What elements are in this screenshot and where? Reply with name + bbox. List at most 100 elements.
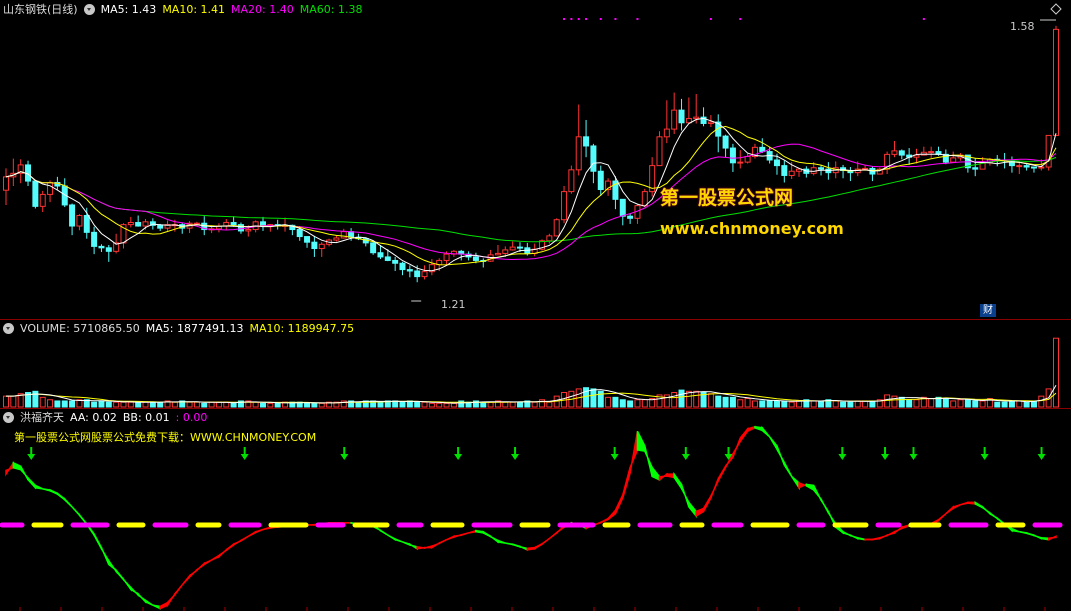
finance-badge[interactable]: 财 — [980, 304, 996, 317]
volume-bar — [605, 396, 612, 408]
volume-bar — [898, 396, 905, 408]
candle-body — [729, 147, 736, 164]
volume-bar — [304, 402, 311, 408]
volume-bar — [707, 393, 714, 408]
candle-body — [509, 246, 516, 251]
indicator-band — [820, 498, 830, 514]
candle-body — [773, 159, 780, 167]
indicator-band — [644, 445, 653, 477]
indicator-band — [63, 497, 73, 508]
indicator-band — [174, 584, 183, 597]
buy-arrow-head — [681, 454, 690, 460]
indicator-band — [1025, 531, 1035, 537]
indicator-band — [746, 425, 756, 433]
stock-chart[interactable] — [0, 0, 1071, 611]
indicator-band — [12, 461, 22, 471]
indicator-band — [989, 511, 999, 521]
candle-body — [818, 167, 825, 170]
volume-bar — [120, 401, 127, 408]
indicator-band — [548, 530, 558, 540]
candle-body — [311, 241, 318, 250]
volume-bar — [964, 399, 971, 408]
indicator-band — [489, 534, 499, 544]
candle-body — [370, 242, 377, 254]
volume-bar — [421, 401, 428, 408]
volume-bar — [627, 400, 634, 408]
indicator-band — [505, 542, 514, 546]
volume-bar — [47, 399, 54, 408]
indicator-band — [34, 484, 44, 490]
candle-body — [333, 237, 340, 241]
indicator-band — [42, 488, 51, 492]
signal-dot — [563, 18, 566, 20]
indicator-band — [768, 436, 778, 453]
volume-bar — [230, 402, 237, 408]
indicator-band — [960, 501, 969, 506]
candle-body — [296, 229, 303, 238]
candle-body — [304, 236, 311, 243]
candle-body — [553, 219, 560, 237]
buy-arrow-head — [980, 454, 989, 460]
volume-bar — [546, 401, 553, 408]
indicator-band — [849, 533, 859, 540]
volume-bar — [54, 400, 61, 408]
indicator-band — [533, 542, 543, 551]
volume-bar — [840, 401, 847, 408]
volume-bar — [906, 399, 913, 408]
volume-bar — [377, 401, 384, 408]
volume-bar — [942, 398, 949, 408]
indicator-band — [115, 568, 125, 582]
volume-bar — [509, 401, 516, 408]
indicator-band — [93, 533, 103, 550]
candle-body — [575, 136, 582, 171]
volume-bar — [399, 401, 406, 408]
indicator-band — [981, 505, 991, 516]
volume-bar — [193, 401, 200, 408]
volume-bar — [414, 401, 421, 408]
volume-bar — [891, 395, 898, 408]
candle-body — [744, 155, 751, 163]
volume-bar — [267, 402, 274, 408]
candle-body — [561, 191, 568, 221]
signal-dot — [614, 18, 617, 20]
volume-bar — [149, 401, 156, 408]
volume-bar — [355, 401, 362, 408]
indicator-band — [232, 539, 242, 547]
candle-body — [3, 176, 9, 191]
volume-bar — [428, 402, 435, 408]
candle-body — [472, 256, 479, 261]
indicator-band — [739, 426, 749, 444]
indicator-band — [791, 475, 800, 491]
volume-bar — [171, 401, 178, 408]
buy-arrow-head — [454, 454, 463, 460]
indicator-band — [812, 485, 822, 501]
volume-bar — [994, 401, 1001, 408]
indicator-band — [247, 530, 257, 537]
indicator-band — [688, 500, 697, 519]
volume-bar — [1008, 400, 1015, 408]
indicator-band — [5, 460, 15, 477]
volume-bar — [796, 400, 803, 408]
candle-body — [656, 136, 663, 167]
indicator-band — [196, 561, 206, 572]
indicator-band — [122, 576, 132, 592]
candle-body — [193, 222, 200, 225]
volume-bar — [810, 400, 817, 408]
candle-body — [928, 151, 935, 154]
candle-body — [737, 161, 744, 164]
ma5-line — [5, 117, 1057, 272]
price-high-label: 1.58 — [1010, 20, 1035, 33]
volume-bar — [781, 400, 788, 408]
candle-body — [619, 198, 626, 217]
indicator-band — [438, 539, 447, 545]
candle-body — [32, 180, 39, 207]
indicator-band — [629, 431, 639, 474]
volume-bar — [318, 402, 325, 408]
candle-body — [340, 231, 347, 239]
buy-arrow-head — [511, 454, 520, 460]
indicator-band — [622, 467, 631, 499]
volume-bar — [612, 396, 619, 408]
candle-body — [568, 169, 575, 193]
buy-arrow-head — [240, 454, 249, 460]
indicator-band — [901, 523, 910, 530]
